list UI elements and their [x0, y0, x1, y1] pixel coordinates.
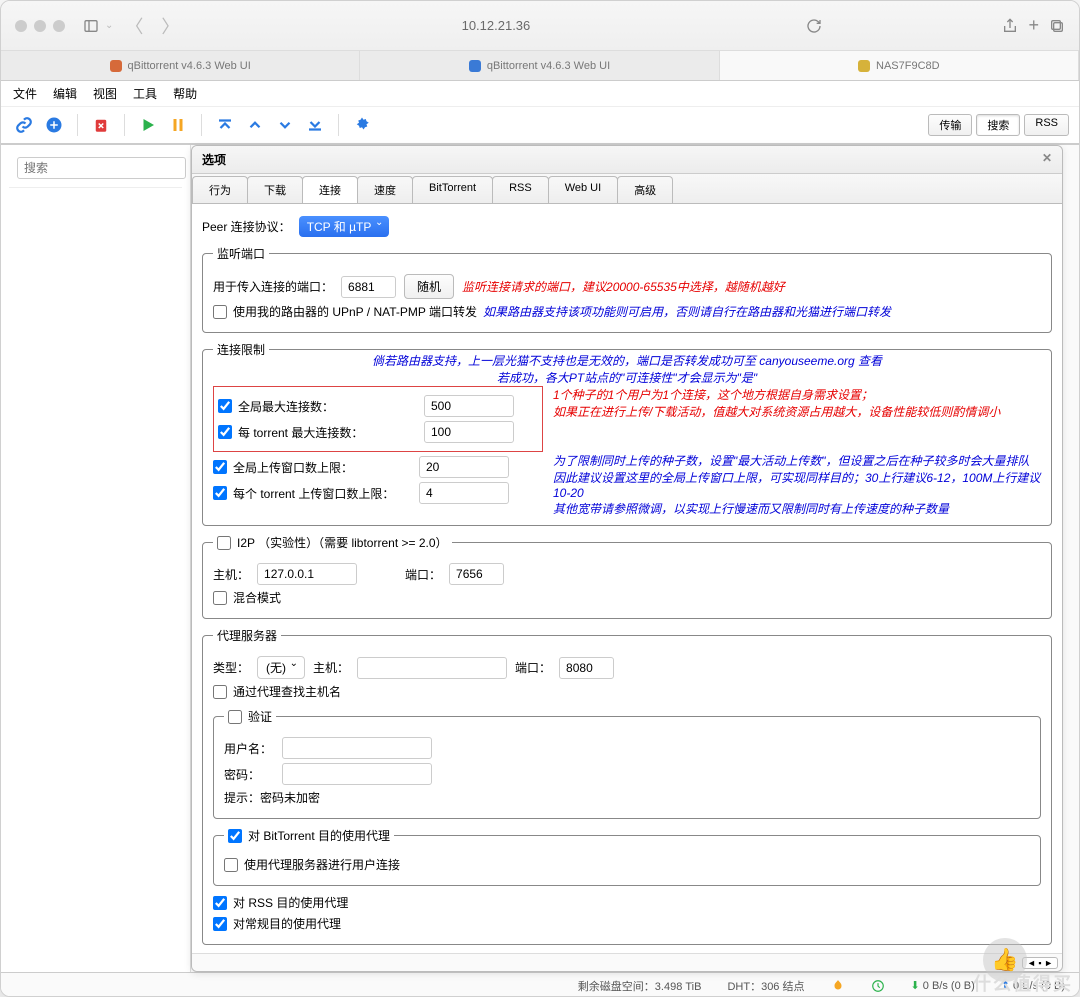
menu-edit[interactable]: 编辑 — [53, 85, 77, 102]
tab-speed[interactable]: 速度 — [357, 176, 413, 203]
thumbs-up-icon: 👍 — [983, 938, 1027, 982]
i2p-port-input[interactable] — [449, 563, 504, 585]
proxy-rss-checkbox[interactable] — [213, 896, 227, 910]
settings-button[interactable] — [349, 112, 375, 138]
proxy-hint-label: 提示：密码未加密 — [224, 789, 320, 806]
tab-download[interactable]: 下载 — [247, 176, 303, 203]
browser-tab-1[interactable]: qBittorrent v4.6.3 Web UI — [360, 51, 719, 80]
proxy-host-input[interactable] — [357, 657, 507, 679]
proxy-type-select[interactable]: (无) — [257, 656, 305, 679]
random-port-button[interactable]: 随机 — [404, 274, 454, 299]
proxy-pass-input[interactable] — [282, 763, 432, 785]
proxy-lookup-checkbox[interactable] — [213, 685, 227, 699]
connection-limits-fieldset: 连接限制 倘若路由器支持，上一层光猫不支持也是无效的，端口是否转发成功可至 ca… — [202, 341, 1052, 526]
tabs-overview-icon[interactable] — [1049, 18, 1065, 34]
proxy-bt-peer-checkbox[interactable] — [224, 858, 238, 872]
peer-protocol-select[interactable]: TCP 和 µTP — [299, 216, 390, 237]
search-input[interactable] — [17, 157, 186, 179]
options-tabs: 行为 下载 连接 速度 BitTorrent RSS Web UI 高级 — [192, 174, 1062, 204]
i2p-mixed-checkbox[interactable] — [213, 591, 227, 605]
disk-space-label: 剩余磁盘空间：3.498 TiB — [578, 978, 702, 994]
move-down-button[interactable] — [272, 112, 298, 138]
tab-search-button[interactable]: 搜索 — [976, 114, 1020, 136]
options-dialog: 选项 ✕ 行为 下载 连接 速度 BitTorrent RSS Web UI 高… — [191, 145, 1063, 972]
proxy-user-input[interactable] — [282, 737, 432, 759]
dialog-title: 选项 — [202, 151, 226, 168]
global-max-conn-input[interactable] — [424, 395, 514, 417]
listen-note2: 如果路由器支持该项功能则可启用，否则请自行在路由器和光猫进行端口转发 — [483, 303, 891, 320]
nav-back-icon[interactable]: 〈 — [119, 13, 149, 39]
proxy-fieldset: 代理服务器 类型： (无) 主机： 端口： 通过代理查找主机名 验证 — [202, 627, 1052, 945]
reload-icon[interactable] — [806, 18, 822, 34]
listen-port-fieldset: 监听端口 用于传入连接的端口： 随机 监听连接请求的端口，建议20000-655… — [202, 245, 1052, 333]
menu-view[interactable]: 视图 — [93, 85, 117, 102]
proxy-port-input[interactable] — [559, 657, 614, 679]
add-torrent-button[interactable] — [41, 112, 67, 138]
menu-help[interactable]: 帮助 — [173, 85, 197, 102]
per-torrent-upload-slots-input[interactable] — [419, 482, 509, 504]
close-icon[interactable]: ✕ — [1042, 151, 1052, 168]
firewall-icon[interactable] — [831, 979, 845, 993]
proxy-auth-fieldset: 验证 用户名： 密码： 提示：密码未加密 — [213, 708, 1041, 819]
proxy-bt-checkbox[interactable] — [228, 829, 242, 843]
delete-button[interactable] — [88, 112, 114, 138]
global-upload-slots-input[interactable] — [419, 456, 509, 478]
tab-connection[interactable]: 连接 — [302, 176, 358, 203]
peer-protocol-label: Peer 连接协议： — [202, 218, 291, 235]
listen-port-input[interactable] — [341, 276, 396, 298]
global-max-conn-checkbox[interactable] — [218, 399, 232, 413]
toolbar: 传输 搜索 RSS — [1, 107, 1079, 145]
tab-rss-opt[interactable]: RSS — [492, 176, 549, 203]
traffic-lights[interactable] — [15, 20, 65, 32]
tab-advanced[interactable]: 高级 — [617, 176, 673, 203]
app-menubar: 文件 编辑 视图 工具 帮助 — [1, 81, 1079, 107]
move-bottom-button[interactable] — [302, 112, 328, 138]
nav-forward-icon[interactable]: 〉 — [155, 13, 185, 39]
status-bar: 剩余磁盘空间：3.498 TiB DHT：306 结点 ⬇ 0 B/s (0 B… — [1, 972, 1079, 997]
add-link-button[interactable] — [11, 112, 37, 138]
download-speed-label: ⬇ 0 B/s (0 B) — [911, 979, 975, 992]
sidebar-icon[interactable] — [83, 18, 99, 34]
share-icon[interactable] — [1002, 18, 1018, 34]
global-upload-slots-checkbox[interactable] — [213, 460, 227, 474]
i2p-fieldset: I2P （实验性）（需要 libtorrent >= 2.0） 主机： 端口： … — [202, 534, 1052, 619]
limits-topnote: 倘若路由器支持，上一层光猫不支持也是无效的，端口是否转发成功可至 canyous… — [213, 352, 1041, 386]
tab-transfer-button[interactable]: 传输 — [928, 114, 972, 136]
move-top-button[interactable] — [212, 112, 238, 138]
i2p-enable-checkbox[interactable] — [217, 536, 231, 550]
browser-titlebar: ⌄ 〈 〉 10.12.21.36 + — [1, 1, 1079, 51]
address-bar[interactable]: 10.12.21.36 — [195, 18, 796, 33]
per-torrent-conn-checkbox[interactable] — [218, 425, 232, 439]
new-tab-icon[interactable]: + — [1028, 15, 1039, 36]
move-up-button[interactable] — [242, 112, 268, 138]
pause-button[interactable] — [165, 112, 191, 138]
proxy-misc-checkbox[interactable] — [213, 917, 227, 931]
dht-label: DHT：306 结点 — [727, 978, 804, 994]
tab-bittorrent[interactable]: BitTorrent — [412, 176, 493, 203]
menu-tools[interactable]: 工具 — [133, 85, 157, 102]
alt-speed-icon[interactable] — [871, 979, 885, 993]
horizontal-scrollbar[interactable]: ◄ ▪ ► — [192, 953, 1062, 971]
browser-tab-2[interactable]: NAS7F9C8D — [720, 51, 1079, 80]
menu-file[interactable]: 文件 — [13, 85, 37, 102]
sidebar — [1, 145, 191, 972]
browser-tab-0[interactable]: qBittorrent v4.6.3 Web UI — [1, 51, 360, 80]
tab-rss-button[interactable]: RSS — [1024, 114, 1069, 136]
i2p-host-input[interactable] — [257, 563, 357, 585]
listen-note1: 监听连接请求的端口，建议20000-65535中选择，越随机越好 — [462, 278, 785, 295]
proxy-bt-fieldset: 对 BitTorrent 目的使用代理 使用代理服务器进行用户连接 — [213, 827, 1041, 886]
tab-webui[interactable]: Web UI — [548, 176, 618, 203]
proxy-auth-checkbox[interactable] — [228, 710, 242, 724]
resume-button[interactable] — [135, 112, 161, 138]
per-torrent-conn-input[interactable] — [424, 421, 514, 443]
upnp-checkbox[interactable] — [213, 305, 227, 319]
tab-behavior[interactable]: 行为 — [192, 176, 248, 203]
per-torrent-upload-slots-checkbox[interactable] — [213, 486, 227, 500]
browser-tabs: qBittorrent v4.6.3 Web UI qBittorrent v4… — [1, 51, 1079, 81]
